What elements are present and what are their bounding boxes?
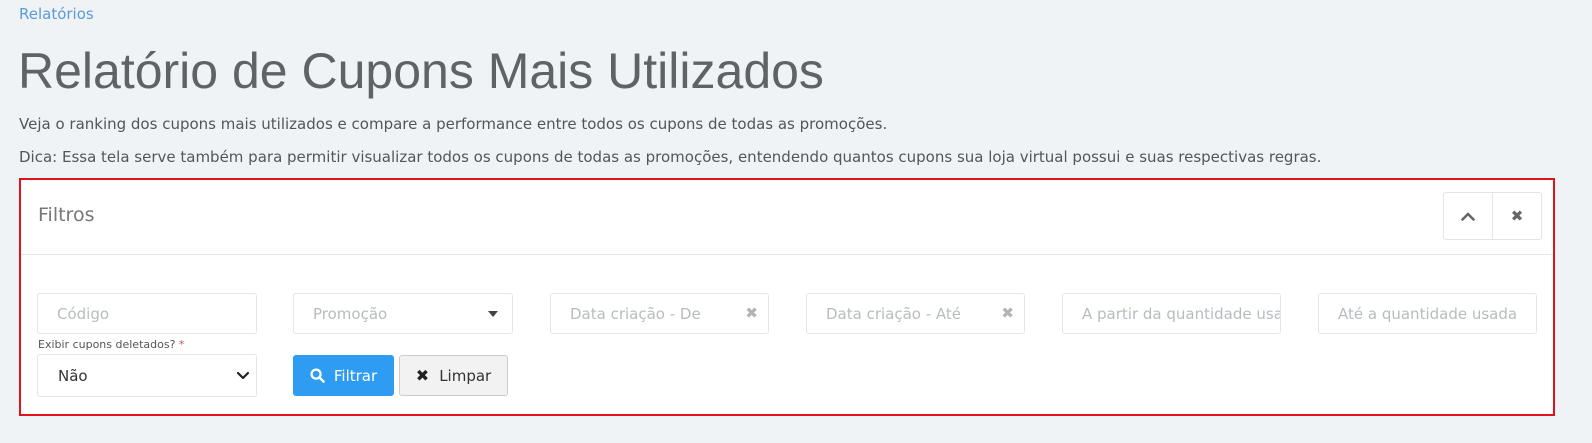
page-title: Relatório de Cupons Mais Utilizados bbox=[18, 43, 824, 99]
code-input-placeholder: Código bbox=[57, 305, 110, 323]
clear-date-from-icon[interactable]: ✖ bbox=[745, 304, 758, 322]
date-to-placeholder: Data criação - Até bbox=[826, 305, 962, 323]
filter-button[interactable]: Filtrar bbox=[293, 355, 394, 396]
close-icon: ✖ bbox=[1510, 207, 1524, 225]
qty-to-input[interactable]: Até a quantidade usada bbox=[1318, 293, 1537, 334]
filters-panel-title: Filtros bbox=[38, 204, 95, 226]
qty-from-input[interactable]: A partir da quantidade usada bbox=[1062, 293, 1281, 334]
deleted-coupons-value: Não bbox=[58, 367, 88, 385]
panel-tools: ✖ bbox=[1443, 192, 1542, 240]
page-tip: Dica: Essa tela serve também para permit… bbox=[19, 148, 1322, 166]
deleted-coupons-label: Exibir cupons deletados? * bbox=[38, 338, 184, 351]
search-icon bbox=[310, 368, 325, 383]
clear-button[interactable]: ✖ Limpar bbox=[399, 355, 508, 396]
filter-button-label: Filtrar bbox=[333, 366, 378, 385]
qty-to-placeholder: Até a quantidade usada bbox=[1338, 305, 1518, 323]
chevron-up-icon bbox=[1461, 212, 1475, 221]
promotion-select[interactable]: Promoção bbox=[293, 293, 513, 334]
qty-from-placeholder: A partir da quantidade usada bbox=[1082, 305, 1281, 323]
breadcrumb-relatorios[interactable]: Relatórios bbox=[19, 5, 94, 23]
clear-button-label: Limpar bbox=[439, 366, 492, 385]
clear-date-to-icon[interactable]: ✖ bbox=[1001, 304, 1014, 322]
deleted-coupons-select[interactable]: Não bbox=[37, 354, 257, 397]
collapse-button[interactable] bbox=[1444, 193, 1492, 239]
filters-panel-header: Filtros ✖ bbox=[21, 180, 1553, 255]
code-input[interactable]: Código bbox=[37, 293, 257, 334]
date-to-input[interactable]: Data criação - Até ✖ bbox=[806, 293, 1025, 334]
caret-down-icon bbox=[488, 311, 498, 317]
filters-panel: Filtros ✖ Código Promoção Data criação -… bbox=[19, 178, 1555, 416]
deleted-coupons-label-text: Exibir cupons deletados? bbox=[38, 338, 176, 351]
page-description: Veja o ranking dos cupons mais utilizado… bbox=[19, 115, 888, 133]
close-icon: ✖ bbox=[415, 366, 430, 385]
chevron-down-icon bbox=[236, 371, 250, 380]
date-from-input[interactable]: Data criação - De ✖ bbox=[550, 293, 769, 334]
close-panel-button[interactable]: ✖ bbox=[1492, 193, 1541, 239]
date-from-placeholder: Data criação - De bbox=[570, 305, 701, 323]
promotion-select-placeholder: Promoção bbox=[313, 305, 388, 323]
required-mark: * bbox=[178, 338, 185, 351]
